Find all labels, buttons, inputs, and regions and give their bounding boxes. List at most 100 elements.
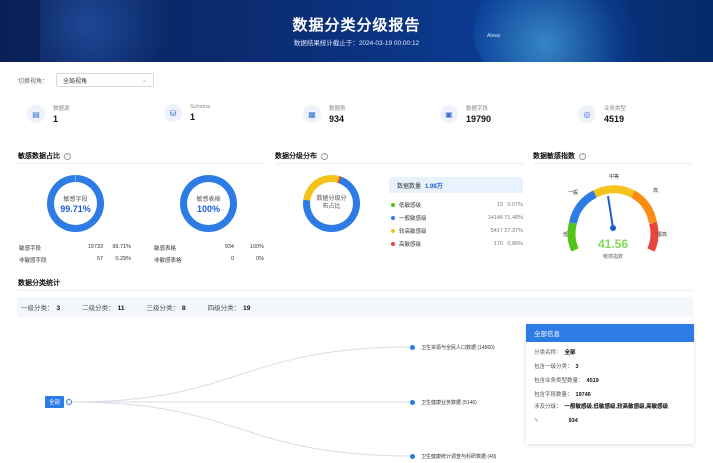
schema-icon: ⛁	[164, 104, 182, 122]
view-filter-label: 切换视角：	[18, 78, 49, 85]
help-icon[interactable]: ?	[64, 152, 71, 160]
info-label: 涉及分级：	[534, 404, 562, 410]
level-total-label: 数据数量	[397, 183, 422, 190]
divider	[18, 163, 266, 164]
donut-label: 敏感表格	[196, 196, 221, 203]
level-label: 四级分类：	[207, 305, 241, 312]
legend-dot	[391, 242, 395, 246]
gauge-label-high: 高	[653, 187, 658, 194]
stat-schema: ⛁ Schema 1	[164, 104, 210, 122]
gauge-caption: 敏感指数	[603, 253, 623, 260]
level-total: 数据数量 1.98万	[389, 177, 523, 193]
node-label: 卫生健康业务数据 (5146)	[421, 400, 477, 406]
gauge-segment-medium	[593, 185, 635, 198]
legend-item: 一般敏感级 14146 71.48%	[391, 214, 525, 222]
stat-label: 业务类型	[604, 106, 627, 112]
legend-pct: 71.48%	[504, 215, 523, 221]
donut-value: 99.71%	[60, 203, 91, 214]
row-name: 非敏感表格	[154, 258, 182, 264]
field-row: 非敏感字段 57 0.29%	[19, 256, 131, 264]
view-select[interactable]: 全局视角 ⌄	[56, 73, 155, 87]
level-count: 一级分类： 3	[21, 302, 60, 312]
legend-dot	[391, 229, 395, 233]
gauge-label-very-high: 很高	[657, 231, 667, 238]
legend-name: 高敏感级	[399, 242, 422, 248]
info-label: 包含字段数量：	[534, 392, 573, 398]
info-value: 一般敏感级,低敏感级,较高敏感级,高敏感级	[564, 404, 669, 410]
info-line: 包含一级分类： 3	[534, 362, 694, 370]
gauge-needle	[607, 195, 614, 229]
database-icon: ▤	[27, 105, 45, 123]
legend-count: 170	[493, 241, 503, 247]
gauge-segment-high	[630, 190, 657, 224]
table-row: 敏感表格 934 100%	[154, 244, 264, 252]
level-label: 三级分类：	[146, 305, 180, 312]
gauge-value: 41.56	[598, 237, 628, 251]
node-label: 卫生资源与全民人口数据 (14560)	[421, 345, 495, 351]
tree-root-node[interactable]: 全部	[45, 396, 65, 408]
view-filter: 切换视角： 全局视角 ⌄	[18, 73, 155, 87]
tree-link	[71, 346, 413, 403]
row-name: 敏感字段	[19, 246, 42, 252]
gauge-label-normal: 一般	[568, 189, 578, 196]
legend-item: 高敏感级 170 0.86%	[391, 240, 525, 248]
stat-label: 数据字段	[466, 106, 489, 112]
gauge-segment-normal	[569, 190, 597, 224]
info-line: 分类名称： 全部	[534, 348, 694, 356]
help-icon[interactable]: ?	[579, 152, 586, 160]
tree-node[interactable]: 卫生健康统计调查与科研数据 (40)	[410, 453, 496, 460]
legend-name: 低敏感级	[399, 203, 422, 209]
tree-node[interactable]: 卫生资源与全民人口数据 (14560)	[410, 344, 495, 351]
info-value: 934	[568, 417, 578, 424]
gauge-label-low: 低	[563, 231, 568, 238]
stat-value: 19790	[466, 114, 492, 124]
section-title-text: 敏感数据占比	[18, 153, 60, 160]
legend-dot	[391, 203, 395, 207]
classification-title: 数据分类统计	[18, 278, 60, 288]
row-pct: 99.71%	[112, 244, 131, 250]
help-icon[interactable]: ?	[321, 152, 328, 160]
info-line: 涉及分级： 一般敏感级,低敏感级,较高敏感级,高敏感级	[534, 404, 694, 412]
row-count: 57	[96, 256, 103, 262]
stat-datasource: ▤ 数据源 1	[27, 104, 70, 124]
donut-label: 数据分级分布占比	[316, 195, 347, 210]
info-label: 分类名称：	[534, 350, 562, 356]
row-count: 934	[224, 244, 234, 250]
node-label: 卫生健康统计调查与科研数据 (40)	[421, 454, 497, 460]
legend-name: 较高敏感级	[399, 229, 427, 235]
section-title-text: 数据分级分布	[275, 153, 317, 160]
node-dot	[410, 400, 415, 405]
tree-link	[71, 401, 413, 457]
level-value: 19	[243, 305, 251, 312]
legend-dot	[391, 216, 395, 220]
info-label: 包含业务类型数量：	[534, 378, 584, 384]
level-value: 8	[182, 305, 186, 312]
stat-value: 4519	[604, 114, 625, 124]
tree-node[interactable]: 卫生健康业务数据 (5146)	[410, 399, 477, 406]
banner-tag: Alway	[487, 33, 501, 39]
row-name: 非敏感字段	[19, 258, 47, 264]
info-line: 包含字段数量： 19746	[534, 390, 694, 398]
node-dot	[410, 345, 415, 350]
gauge-segment-very-high	[647, 221, 659, 252]
divider	[275, 163, 525, 164]
business-icon: ◎	[578, 105, 596, 123]
row-pct: 0%	[256, 256, 264, 262]
donut-center: 敏感表格 100%	[187, 182, 230, 225]
table-row: 非敏感表格 0 0%	[154, 256, 264, 264]
field-icon: ▣	[440, 105, 458, 123]
header-banner: 数据分类分级报告 数据结果统计截止于：2024-03-19 00:00:12 A…	[0, 0, 713, 62]
stat-label: 数据源	[53, 106, 70, 112]
sensitive-table-donut: 敏感表格 100%	[180, 175, 237, 232]
level-label: 二级分类：	[82, 305, 115, 312]
legend-pct: 27.37%	[504, 228, 523, 234]
info-line: 包含业务类型数量： 4519	[534, 376, 694, 384]
sensitivity-gauge: 低 一般 中等 高 很高 41.56 敏感指数	[563, 173, 667, 260]
info-value: 全部	[564, 350, 576, 356]
field-row: 敏感字段 19733 99.71%	[19, 244, 131, 252]
node-dot	[410, 454, 415, 459]
info-line: ✎ 934	[534, 418, 694, 424]
row-pct: 0.29%	[115, 256, 131, 262]
tree-root-dot[interactable]	[66, 399, 72, 405]
level-total-value: 1.98万	[425, 183, 443, 190]
